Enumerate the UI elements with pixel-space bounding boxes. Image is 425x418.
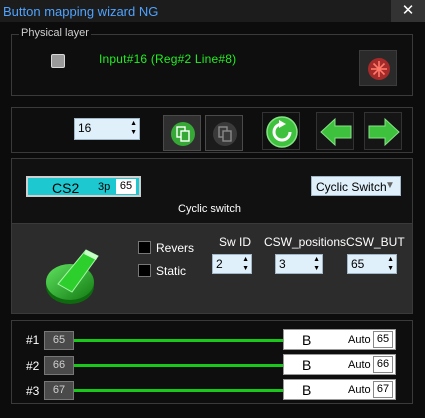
switch-type-select[interactable]: Cyclic Switch ▼	[311, 176, 401, 196]
next-button[interactable]	[364, 112, 402, 150]
knob-icon	[46, 249, 99, 304]
close-icon[interactable]: ✕	[402, 2, 415, 19]
static-checkbox[interactable]	[138, 264, 151, 277]
stop-icon	[368, 58, 390, 80]
switch-id-bar: CS2 3p 65	[26, 176, 141, 197]
copy-button[interactable]	[163, 115, 201, 151]
copy-icon	[171, 122, 195, 146]
previous-button[interactable]	[316, 112, 354, 150]
swid-header: Sw ID	[219, 235, 252, 249]
button-header: CSW_BUT	[346, 235, 405, 249]
positions-spinner[interactable]: 3 ▲ ▼	[275, 254, 323, 274]
arrow-right-icon	[368, 117, 400, 147]
input-info-text: Input#16 (Reg#2 Line#8)	[99, 52, 237, 66]
spinner-arrows-icon[interactable]: ▲ ▼	[313, 255, 320, 273]
stop-button[interactable]	[359, 50, 397, 86]
close-button[interactable]: ✕	[391, 0, 425, 22]
row-mode: Auto	[348, 334, 371, 346]
input-state-indicator	[51, 54, 65, 68]
row-key[interactable]: B	[302, 382, 311, 398]
spinner-arrows-icon[interactable]: ▲ ▼	[242, 255, 249, 273]
csw-button-value[interactable]: 65	[351, 257, 364, 271]
spinner-arrows-icon[interactable]: ▲ ▼	[130, 119, 137, 137]
chevron-down-icon[interactable]: ▼	[382, 177, 398, 195]
row-key[interactable]: B	[302, 332, 311, 348]
switch-type-value[interactable]: Cyclic Switch	[316, 180, 387, 194]
row-key[interactable]: B	[302, 357, 311, 373]
row-number[interactable]: 66	[373, 356, 393, 373]
positions-header: CSW_positions	[264, 235, 347, 249]
window-title: Button mapping wizard NG	[3, 4, 159, 19]
swid-value[interactable]: 2	[216, 257, 223, 271]
revers-checkbox[interactable]	[138, 241, 151, 254]
row-number[interactable]: 67	[373, 381, 393, 398]
static-label: Static	[156, 264, 187, 278]
row-key-mapping[interactable]: B Auto 67	[283, 379, 396, 400]
physical-layer-legend: Physical layer	[19, 27, 91, 39]
row-label: #3	[26, 384, 40, 398]
row-key-mapping[interactable]: B Auto 66	[283, 354, 396, 375]
refresh-icon	[266, 116, 298, 148]
switch-number: 65	[116, 179, 136, 194]
row-input-box[interactable]: 67	[44, 381, 74, 400]
refresh-button[interactable]	[262, 112, 300, 150]
title-bar: Button mapping wizard NG ✕	[0, 0, 425, 22]
row-connector-line	[74, 389, 284, 392]
row-number[interactable]: 65	[373, 331, 393, 348]
row-connector-line	[74, 364, 284, 367]
swid-spinner[interactable]: 2 ▲ ▼	[212, 254, 252, 274]
revers-label: Revers	[156, 241, 195, 255]
paste-icon	[213, 122, 237, 146]
switch-name: CS2	[52, 180, 80, 196]
switch-type-caption: Cyclic switch	[178, 203, 241, 215]
button-index-value[interactable]: 16	[78, 121, 91, 135]
paste-button[interactable]	[205, 115, 243, 151]
row-mode: Auto	[348, 359, 371, 371]
row-input-box[interactable]: 65	[44, 331, 74, 350]
positions-value[interactable]: 3	[279, 257, 286, 271]
row-connector-line	[74, 339, 284, 342]
row-label: #2	[26, 359, 40, 373]
arrow-left-icon	[320, 117, 352, 147]
button-index-spinner[interactable]: 16 ▲ ▼	[74, 118, 140, 140]
row-mode: Auto	[348, 384, 371, 396]
switch-pins: 3p	[98, 181, 111, 193]
csw-button-spinner[interactable]: 65 ▲ ▼	[347, 254, 397, 274]
row-label: #1	[26, 333, 40, 347]
row-key-mapping[interactable]: B Auto 65	[283, 329, 396, 350]
row-input-box[interactable]: 66	[44, 356, 74, 375]
spinner-arrows-icon[interactable]: ▲ ▼	[387, 255, 394, 273]
